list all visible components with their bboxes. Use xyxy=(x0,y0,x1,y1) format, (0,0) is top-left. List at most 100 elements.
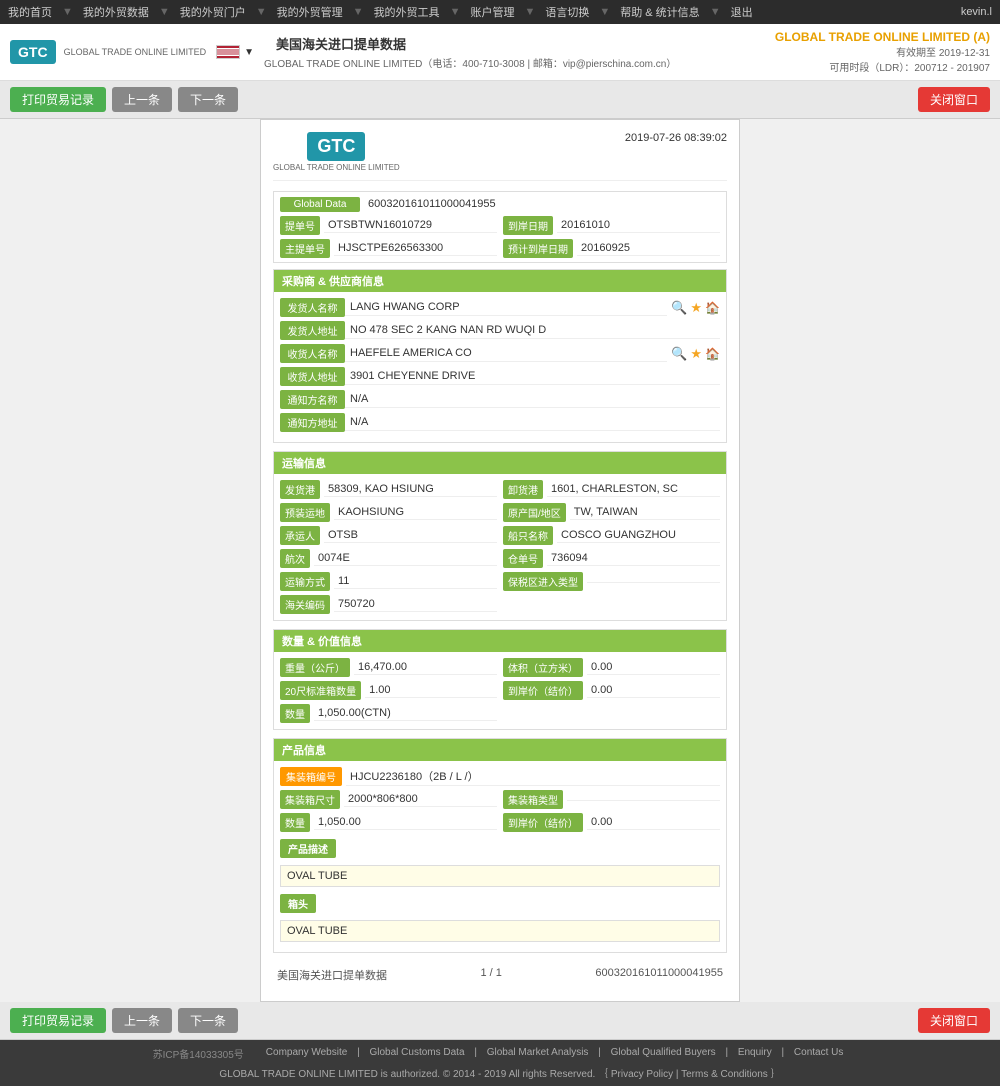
user-name: kevin.l xyxy=(961,6,992,18)
footer-link-enquiry[interactable]: Enquiry xyxy=(738,1047,772,1058)
prod-price-value: 0.00 xyxy=(587,815,720,830)
notify-row: 通知方名称 N/A xyxy=(280,390,720,409)
global-data-section: Global Data 600320161011000041955 提单号 OT… xyxy=(273,191,727,263)
print-logo-box: GTC xyxy=(307,132,365,161)
product-section: 产品信息 集装箱编号 HJCU2236180（2B / L /） 集装箱尺寸 2… xyxy=(273,738,727,953)
doc-content: GTC GLOBAL TRADE ONLINE LIMITED 2019-07-… xyxy=(261,120,739,1001)
nav-account[interactable]: 账户管理 xyxy=(470,4,514,20)
notify-value: N/A xyxy=(345,391,720,408)
close-button-top[interactable]: 关闭窗口 xyxy=(918,87,990,112)
loading-place-value: KAOHSIUNG xyxy=(334,505,497,520)
nav-tools[interactable]: 我的外贸工具 xyxy=(374,4,440,20)
nav-language[interactable]: 语言切换 xyxy=(545,4,589,20)
notify-label: 通知方名称 xyxy=(280,390,345,409)
prod-desc-label: 产品描述 xyxy=(280,839,336,858)
page-footer: 苏ICP备14033305号 Company Website | Global … xyxy=(0,1040,1000,1086)
next-button-bottom[interactable]: 下一条 xyxy=(178,1008,238,1033)
product-section-body: 集装箱编号 HJCU2236180（2B / L /） 集装箱尺寸 2000*8… xyxy=(274,761,726,952)
nav-logout[interactable]: 退出 xyxy=(731,4,753,20)
carrier-field: 承运人 OTSB xyxy=(280,526,497,545)
page-info-row: 美国海关进口提单数据 1 / 1 600320161011000041955 xyxy=(273,961,727,989)
valid-until: 有效期至 2019-12-31 xyxy=(775,44,990,59)
master-bill-label: 主提单号 xyxy=(280,239,330,258)
print-logo: GTC GLOBAL TRADE ONLINE LIMITED xyxy=(273,132,400,172)
footer-link-buyers[interactable]: Global Qualified Buyers xyxy=(611,1047,716,1058)
nav-trade-data[interactable]: 我的外贸数据 xyxy=(83,4,149,20)
page-title: 美国海关进口提单数据 xyxy=(276,34,676,53)
flag-area: ▼ xyxy=(216,45,254,59)
dest-port-label: 卸货港 xyxy=(503,480,543,499)
footer-link-market[interactable]: Global Market Analysis xyxy=(487,1047,589,1058)
consignee-search-icon[interactable]: 🔍 xyxy=(671,346,687,362)
prev-button-top[interactable]: 上一条 xyxy=(112,87,172,112)
footer-terms-link[interactable]: Terms & Conditions xyxy=(681,1069,768,1080)
footer-link-company[interactable]: Company Website xyxy=(266,1047,348,1058)
quantity-section-header: 数量 & 价值信息 xyxy=(274,630,726,652)
footer-copyright: GLOBAL TRADE ONLINE LIMITED is authorize… xyxy=(219,1069,608,1080)
loading-place-label: 预装运地 xyxy=(280,503,330,522)
prod-desc-area: 产品描述 OVAL TUBE xyxy=(280,836,720,887)
container-size-value: 2000*806*800 xyxy=(344,792,497,807)
logo-area: GTC GLOBAL TRADE ONLINE LIMITED xyxy=(10,40,206,64)
container-no-value: HJCU2236180（2B / L /） xyxy=(346,767,720,786)
footer-sep-privacy: | xyxy=(676,1069,679,1080)
product-section-header: 产品信息 xyxy=(274,739,726,761)
supplier-section-header: 采购商 & 供应商信息 xyxy=(274,270,726,292)
consignee-home-icon[interactable]: 🏠 xyxy=(705,347,720,361)
nav-management[interactable]: 我的外贸管理 xyxy=(277,4,343,20)
shipper-addr-row: 发货人地址 NO 478 SEC 2 KANG NAN RD WUQI D xyxy=(280,321,720,340)
volume-label: 体积（立方米） xyxy=(503,658,583,677)
print-record-button-top[interactable]: 打印贸易记录 xyxy=(10,87,106,112)
shipper-search-icon[interactable]: 🔍 xyxy=(671,300,687,316)
top-toolbar: 打印贸易记录 上一条 下一条 关闭窗口 xyxy=(0,81,1000,119)
nav-sep-3: ▼ xyxy=(256,6,267,18)
nav-help[interactable]: 帮助 & 统计信息 xyxy=(620,4,699,20)
nav-sep-5: ▼ xyxy=(450,6,461,18)
quantity-label: 数量 xyxy=(280,704,310,723)
bonded-field: 保税区进入类型 xyxy=(503,572,720,591)
dest-port-value: 1601, CHARLESTON, SC xyxy=(547,482,720,497)
est-arrival-field: 预计到岸日期 20160925 xyxy=(503,239,720,258)
print-record-button-bottom[interactable]: 打印贸易记录 xyxy=(10,1008,106,1033)
footer-end: ｝ xyxy=(771,1069,781,1080)
shipper-icons: 🔍 ★ 🏠 xyxy=(671,300,720,316)
shipper-home-icon[interactable]: 🏠 xyxy=(705,301,720,315)
nav-sep-7: ▼ xyxy=(599,6,610,18)
transport-section-body: 发货港 58309, KAO HSIUNG 卸货港 1601, CHARLEST… xyxy=(274,474,726,620)
vessel-label: 船只名称 xyxy=(503,526,553,545)
bottom-toolbar: 打印贸易记录 上一条 下一条 关闭窗口 xyxy=(0,1002,1000,1040)
unit-price-label: 到岸价（结价） xyxy=(503,681,583,700)
warehouse-field: 仓单号 736094 xyxy=(503,549,720,568)
origin-port-field: 发货港 58309, KAO HSIUNG xyxy=(280,480,497,499)
shipper-star-icon[interactable]: ★ xyxy=(690,300,702,316)
nav-portal[interactable]: 我的外贸门户 xyxy=(180,4,246,20)
flag-dropdown-icon[interactable]: ▼ xyxy=(244,47,254,58)
consignee-label: 收货人名称 xyxy=(280,344,345,363)
footer-link-customs[interactable]: Global Customs Data xyxy=(369,1047,464,1058)
consignee-star-icon[interactable]: ★ xyxy=(690,346,702,362)
nav-sep-6: ▼ xyxy=(524,6,535,18)
container-no-field: 集装箱编号 HJCU2236180（2B / L /） xyxy=(280,767,720,786)
bill-no-value: OTSBTWN16010729 xyxy=(324,218,497,233)
prod-price-field: 到岸价（结价） 0.00 xyxy=(503,813,720,832)
container20-label: 20尺标准箱数量 xyxy=(280,681,361,700)
container-type-label: 集装箱类型 xyxy=(503,790,563,809)
brand-name: GLOBAL TRADE ONLINE LIMITED (A) xyxy=(775,30,990,44)
shipper-row: 发货人名称 LANG HWANG CORP 🔍 ★ 🏠 xyxy=(280,298,720,317)
footer-privacy-link[interactable]: Privacy Policy xyxy=(611,1069,673,1080)
container-no-label: 集装箱编号 xyxy=(280,767,342,786)
prev-button-bottom[interactable]: 上一条 xyxy=(112,1008,172,1033)
prod-quantity-value: 1,050.00 xyxy=(314,815,497,830)
next-button-top[interactable]: 下一条 xyxy=(178,87,238,112)
est-arrival-value: 20160925 xyxy=(577,241,720,256)
close-button-bottom[interactable]: 关闭窗口 xyxy=(918,1008,990,1033)
print-header: GTC GLOBAL TRADE ONLINE LIMITED 2019-07-… xyxy=(273,132,727,181)
container20-value: 1.00 xyxy=(365,683,497,698)
footer-link-contact[interactable]: Contact Us xyxy=(794,1047,843,1058)
print-logo-sub: GLOBAL TRADE ONLINE LIMITED xyxy=(273,163,400,172)
global-data-label: Global Data xyxy=(280,197,360,212)
icp-badge: 苏ICP备14033305号 xyxy=(153,1046,244,1061)
footer-sep-1: | xyxy=(357,1047,362,1058)
nav-home[interactable]: 我的首页 xyxy=(8,4,52,20)
vessel-value: COSCO GUANGZHOU xyxy=(557,528,720,543)
